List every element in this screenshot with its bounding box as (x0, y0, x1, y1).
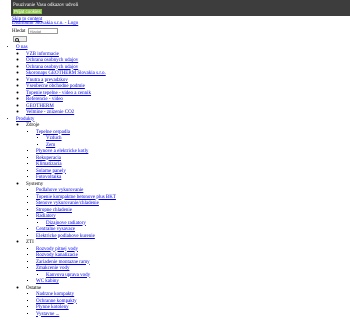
submenu-item-ostatne: Ostatne Nadrzne kompakty Ochranne kompak… (26, 286, 116, 318)
submenu-item: Vystavne ... (36, 312, 116, 318)
submenu-item: Radiatory Dizajnove radiatory (36, 214, 116, 227)
menu-link[interactable]: Stenove vykurovanie/chladenie (36, 201, 99, 206)
menu-link[interactable]: Vystavne ... (36, 312, 59, 317)
submenu: Nadrzne kompakty Ochranne kompakty Plynn… (26, 292, 116, 318)
submenu-item-zdroje: Zdroje Tepelne cerpadla Vzduch Zem Plyno… (26, 123, 116, 182)
menu-link[interactable]: Vnutra a prevadzkov (26, 78, 68, 83)
accept-cookies-button[interactable]: Prijat cookies (13, 9, 42, 14)
menu-link[interactable]: Elektricke podlahove kurenie (36, 234, 95, 239)
menu-link[interactable]: O nas (16, 45, 28, 50)
menu-link[interactable]: Rekuperacia (36, 156, 61, 161)
submenu: VZB informacie Ochrana osobnych udajov O… (16, 52, 116, 117)
menu-link[interactable]: Dizajnove radiatory (46, 221, 86, 226)
search-input[interactable] (28, 28, 58, 34)
menu-link[interactable]: Stropne chladenie (36, 208, 72, 213)
menu-link[interactable]: Tepelne cerpadla (36, 130, 70, 135)
submenu: Zdroje Tepelne cerpadla Vzduch Zem Plyno… (16, 123, 116, 318)
menu-link[interactable]: Rozvody pitnej vody (36, 247, 78, 252)
menu-link[interactable]: Referencie - video (26, 97, 63, 102)
menu-link[interactable]: Vseobecne obchodne podmie (26, 84, 85, 89)
submenu: Rozvody pitnej vody Rozvody kanalizacie … (26, 247, 116, 286)
search-label: Hledat (12, 29, 25, 34)
menu-link[interactable]: Zmakcenie vody (36, 266, 69, 271)
menu-link[interactable]: Centralne vysavace (36, 227, 75, 232)
menu-list: O nas VZB informacie Ochrana osobnych ud… (0, 45, 116, 318)
submenu: Tepelne cerpadla Vzduch Zem Plynove a el… (26, 130, 116, 182)
menu-link[interactable]: Plynove a elektricke kotly (36, 149, 88, 154)
menu-link[interactable]: Radiatory (36, 214, 56, 219)
menu-item-o-nas: O nas VZB informacie Ochrana osobnych ud… (16, 45, 116, 117)
search-form: Hledat (12, 28, 58, 36)
submenu: Podlahove vykurovanie Topenie kompaktne … (26, 188, 116, 240)
menu-link[interactable]: Ochranne kompakty (36, 299, 77, 304)
menu-link[interactable]: Solarne panely (36, 169, 66, 174)
menu-link[interactable]: Ochrana osobnych udajov (26, 65, 78, 70)
menu-link[interactable]: Rozvody kanalizacie (36, 253, 78, 258)
cookie-bar: Pouzivanie Vasu odkazov udvoli Prijat co… (11, 0, 350, 16)
menu-link[interactable]: Produkty (16, 117, 34, 122)
menu-link[interactable]: Zem (46, 143, 55, 148)
submenu-heading: Ostatne (26, 286, 41, 291)
submenu-item: Zmakcenie vody Kanvova uprava vody (36, 266, 116, 279)
menu-link[interactable]: VZB informacie (26, 52, 59, 57)
menu-item-produkty: Produkty Zdroje Tepelne cerpadla Vzduch … (16, 117, 116, 318)
menu-link[interactable]: Podlahove vykurovanie (36, 188, 83, 193)
menu-link[interactable]: Zariadenie montazne ramy (36, 260, 90, 265)
submenu-heading: Systemy (26, 182, 43, 187)
menu-link[interactable]: Plynne kotoleny (36, 305, 69, 310)
menu-link[interactable]: Topenie kompaktne betonove plus BKT (36, 195, 116, 200)
menu-link[interactable]: Fotovoltaika (36, 175, 61, 180)
submenu-heading: ZTI (26, 240, 34, 245)
menu-link[interactable]: Ochrana osobnych udajov (26, 58, 78, 63)
submenu-heading: Zdroje (26, 123, 39, 128)
search-icon[interactable] (13, 36, 27, 42)
submenu: Vzduch Zem (36, 136, 116, 149)
menu-link[interactable]: Nadrzne kompakty (36, 292, 74, 297)
menu-link[interactable]: GEOTHERM (26, 104, 54, 109)
submenu-item: Tepelne cerpadla Vzduch Zem (36, 130, 116, 150)
menu-link[interactable]: Klimatizacia (36, 162, 62, 167)
menu-link[interactable]: Topenie tepelne - video a cennik (26, 91, 91, 96)
menu-link[interactable]: Vzduch (46, 136, 62, 141)
menu-link[interactable]: WC kabiny (36, 279, 59, 284)
main-menu: O nas VZB informacie Ochrana osobnych ud… (0, 45, 116, 318)
submenu-item-systemy: Systemy Podlahove vykurovanie Topenie ko… (26, 182, 116, 241)
menu-link[interactable]: Skoronaps GEOTHERM Slovakia s.r.o. (26, 71, 106, 76)
menu-link[interactable]: Kanvova uprava vody (46, 273, 90, 278)
submenu-item-zti: ZTI Rozvody pitnej vody Rozvody kanaliza… (26, 240, 116, 286)
menu-link[interactable]: Velmine - znizenie CO2 (26, 110, 74, 115)
logo-link[interactable]: Distributor Slovakia s.r.o. - Logo (12, 21, 78, 28)
